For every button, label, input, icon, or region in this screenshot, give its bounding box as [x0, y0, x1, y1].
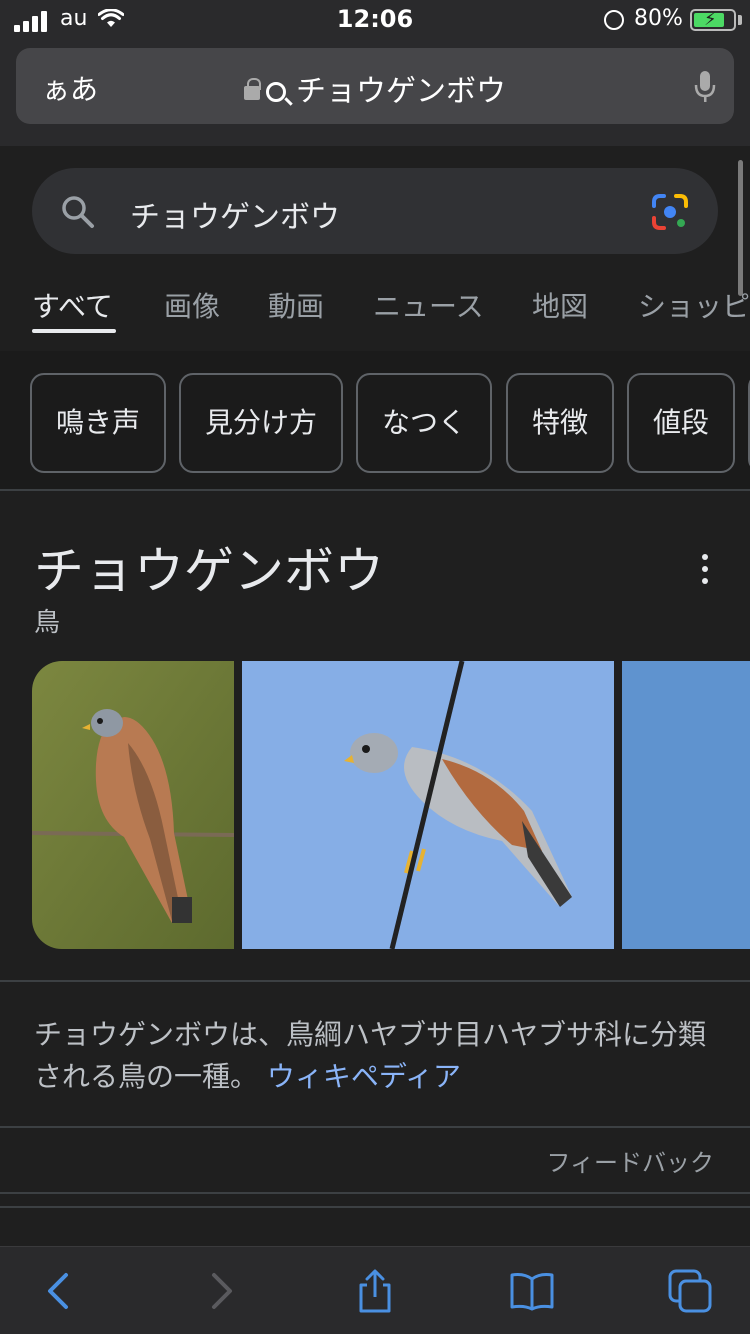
knowledge-panel-description: チョウゲンボウは、鳥綱ハヤブサ目ハヤブサ科に分類される鳥の一種。 ウィキペディア: [34, 1014, 724, 1098]
refinement-chips: 鳴き声 見分け方 なつく 特徴 値段: [0, 351, 750, 489]
forward-icon[interactable]: [198, 1269, 242, 1313]
share-icon[interactable]: [353, 1269, 397, 1313]
microphone-icon[interactable]: [694, 70, 716, 104]
status-bar: au 12:06 80% ⚡: [0, 0, 750, 42]
blue-sky-photo[interactable]: [622, 661, 750, 949]
search-box[interactable]: チョウゲンボウ: [32, 168, 718, 254]
chip-calls[interactable]: 鳴き声: [30, 373, 166, 473]
tab-all[interactable]: すべて: [32, 285, 113, 325]
divider: [0, 1206, 750, 1208]
browser-toolbar: [0, 1246, 750, 1334]
google-lens-icon[interactable]: [650, 192, 690, 232]
knowledge-panel-title: チョウゲンボウ: [34, 542, 384, 600]
feedback-link[interactable]: フィードバック: [546, 1143, 714, 1178]
battery-icon: ⚡: [690, 9, 736, 31]
battery-tip: [738, 15, 742, 25]
scrollbar[interactable]: [738, 160, 743, 296]
search-icon: [62, 196, 94, 228]
chip-price[interactable]: 値段: [627, 373, 735, 473]
back-icon[interactable]: [38, 1269, 82, 1313]
tab-maps[interactable]: 地図: [532, 285, 588, 325]
address-text[interactable]: チョウゲンボウ: [16, 66, 734, 110]
search-icon: [266, 82, 286, 102]
address-bar[interactable]: ぁあ チョウゲンボウ: [16, 48, 734, 124]
divider: [0, 980, 750, 982]
divider: [0, 489, 750, 491]
wikipedia-link[interactable]: ウィキペディア: [267, 1060, 461, 1093]
battery-percentage: 80%: [634, 6, 683, 31]
divider: [0, 1192, 750, 1194]
tab-shopping[interactable]: ショッピ: [638, 285, 750, 325]
search-results-page: チョウゲンボウ すべて 画像 動画 ニュース 地図 ショッピ 鳴き声 見分け方 …: [0, 146, 750, 1246]
tab-news[interactable]: ニュース: [373, 285, 484, 325]
more-options-icon[interactable]: [696, 552, 714, 586]
active-tab-indicator: [32, 329, 116, 333]
tab-images[interactable]: 画像: [164, 285, 220, 325]
lock-icon: [244, 78, 261, 100]
charging-bolt-icon: ⚡: [704, 9, 717, 30]
chip-features[interactable]: 特徴: [506, 373, 614, 473]
divider: [0, 1126, 750, 1128]
search-tabs: すべて 画像 動画 ニュース 地図 ショッピ: [0, 281, 750, 339]
kestrel-perched-on-wire-photo[interactable]: [32, 661, 234, 949]
tab-videos[interactable]: 動画: [268, 285, 324, 325]
orientation-lock-icon: [604, 10, 624, 30]
address-query: チョウゲンボウ: [296, 74, 506, 109]
tabs-icon[interactable]: [668, 1269, 712, 1313]
bookmarks-icon[interactable]: [510, 1269, 554, 1313]
browser-top-bar: ぁあ チョウゲンボウ: [0, 42, 750, 146]
chip-tame[interactable]: なつく: [356, 373, 492, 473]
knowledge-panel-subtitle: 鳥: [34, 608, 61, 638]
chip-identification[interactable]: 見分け方: [179, 373, 343, 473]
kestrel-on-cable-blue-sky-photo[interactable]: [242, 661, 614, 949]
search-input[interactable]: チョウゲンボウ: [130, 192, 340, 236]
